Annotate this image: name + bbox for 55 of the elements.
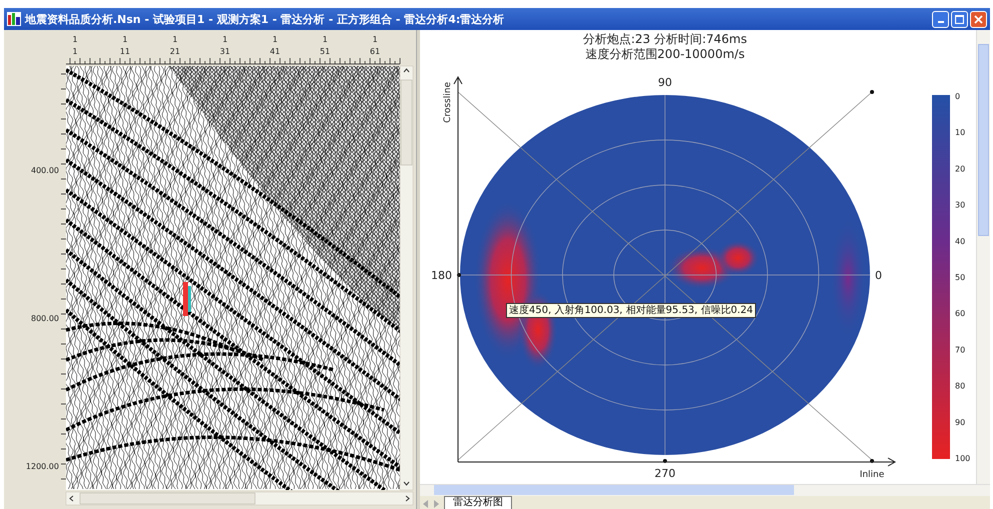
angle-label: 180 bbox=[431, 269, 452, 282]
trace-number: 1 bbox=[172, 35, 178, 44]
trace-number: 1 bbox=[372, 35, 378, 44]
close-icon bbox=[974, 14, 983, 24]
trace-number: 1 bbox=[72, 47, 78, 56]
maximize-button[interactable] bbox=[951, 10, 968, 28]
color-scale-label: 40 bbox=[955, 236, 966, 246]
axis-label: Inline bbox=[860, 470, 884, 480]
trace-number: 11 bbox=[120, 47, 130, 56]
angle-label: 270 bbox=[654, 467, 676, 480]
horizontal-scrollbar[interactable] bbox=[66, 492, 414, 506]
trace-number: 1 bbox=[272, 35, 278, 44]
maximize-icon bbox=[955, 14, 964, 24]
corner-marker bbox=[870, 459, 874, 463]
plot-title: 分析炮点:23 分析时间:746ms bbox=[583, 32, 747, 46]
time-label: 1200.00 bbox=[26, 462, 59, 471]
trace-number: 1 bbox=[122, 35, 128, 44]
plot-title: 速度分析范围200-10000m/s bbox=[585, 47, 745, 61]
trace-number: 41 bbox=[270, 47, 280, 56]
color-scale-label: 20 bbox=[955, 164, 966, 174]
trace-number: 51 bbox=[320, 47, 330, 56]
sheet-tab[interactable]: 雷达分析图 bbox=[444, 496, 512, 509]
angle-label: 90 bbox=[658, 76, 672, 89]
color-scale-label: 100 bbox=[955, 454, 970, 463]
trace-number: 1 bbox=[322, 35, 328, 44]
corner-marker bbox=[870, 90, 874, 94]
color-scale-label: 50 bbox=[955, 273, 966, 282]
trace-number: 21 bbox=[170, 47, 180, 56]
minimize-icon bbox=[938, 20, 944, 22]
window-title: 地震资料品质分析.Nsn - 试验项目1 - 观测方案1 - 雷达分析 - 正方形组合 - 雷达分析4:雷达分析 bbox=[25, 12, 504, 26]
vertical-scrollbar[interactable] bbox=[976, 30, 990, 484]
color-scale-label: 0 bbox=[955, 92, 960, 101]
time-label: 800.00 bbox=[31, 314, 59, 323]
color-scale-label: 10 bbox=[955, 128, 966, 138]
bar-chart-icon bbox=[7, 12, 21, 26]
time-label: 400.00 bbox=[31, 166, 59, 175]
angle-marker bbox=[663, 459, 667, 463]
color-scale-label: 30 bbox=[955, 200, 966, 210]
angle-label: 0 bbox=[875, 269, 882, 282]
color-scale-label: 90 bbox=[955, 418, 966, 427]
trace-number: 61 bbox=[370, 47, 380, 56]
minimize-button[interactable] bbox=[932, 10, 949, 28]
vertical-scrollbar[interactable] bbox=[400, 66, 414, 490]
angle-marker bbox=[457, 273, 461, 277]
trace-number: 1 bbox=[72, 35, 78, 44]
trace-number: 31 bbox=[220, 47, 230, 56]
tooltip: 速度450, 入射角100.03, 相对能量95.53, 信噪比0.24 bbox=[506, 303, 756, 318]
axis-label: Crossline bbox=[443, 82, 453, 123]
color-scale-label: 80 bbox=[955, 382, 966, 391]
close-button[interactable] bbox=[970, 10, 987, 28]
color-scale-label: 70 bbox=[955, 345, 966, 354]
horizontal-scrollbar[interactable] bbox=[420, 484, 990, 496]
tab-scroll-arrows-icon[interactable] bbox=[422, 499, 440, 509]
color-scale-label: 60 bbox=[955, 309, 966, 318]
trace-number: 1 bbox=[222, 35, 228, 44]
